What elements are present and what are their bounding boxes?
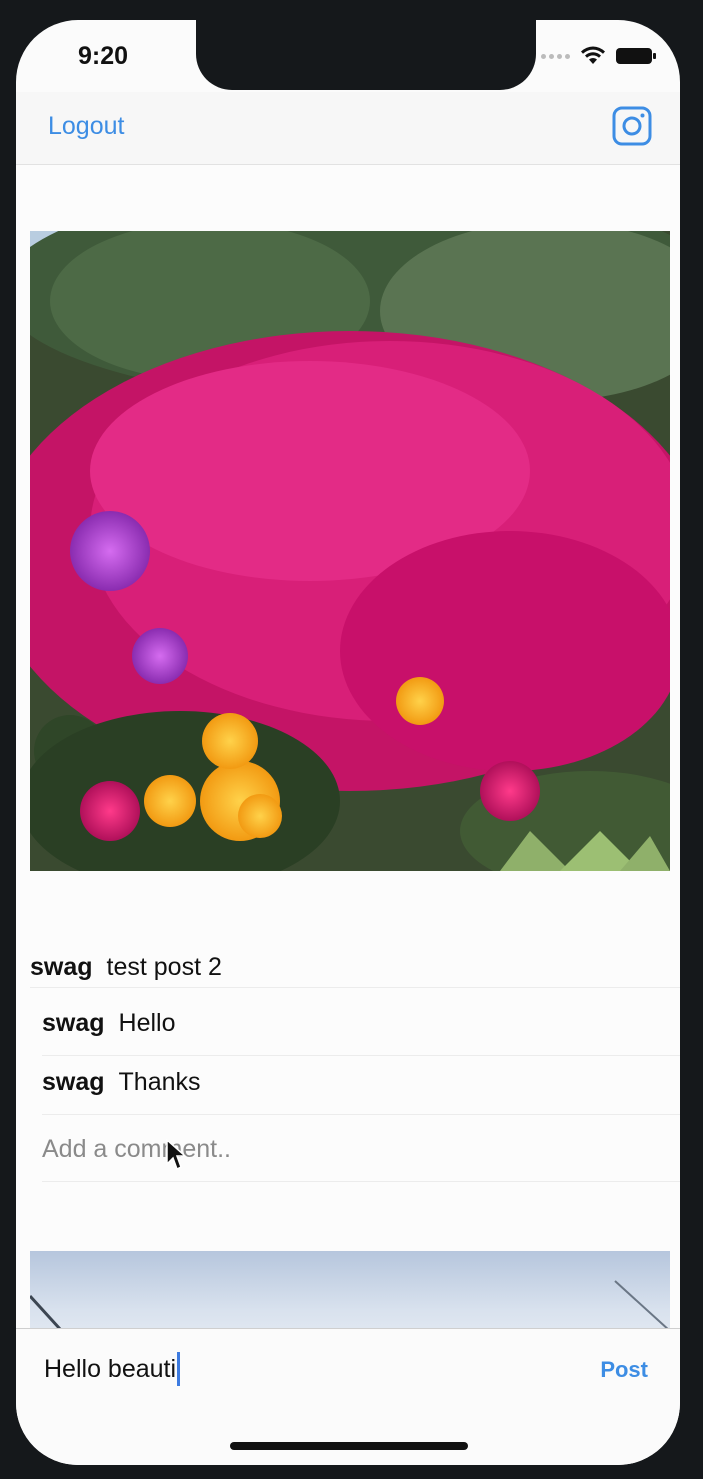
- instagram-camera-icon[interactable]: [612, 106, 652, 146]
- notch: [196, 20, 536, 90]
- signal-icon: [541, 53, 570, 59]
- logout-button[interactable]: Logout: [48, 112, 124, 141]
- post-photo-flowers: [30, 231, 670, 871]
- post-comment-button[interactable]: Post: [600, 1357, 648, 1383]
- home-indicator: [230, 1442, 468, 1450]
- comment-composer: Hello beauti Post: [16, 1328, 680, 1465]
- phone-screen: 9:20 Logout swag test post 2 swag Hello …: [16, 20, 680, 1465]
- add-comment-placeholder: Add a comment..: [42, 1135, 231, 1163]
- comment-text: Hello: [118, 1009, 176, 1037]
- navigation-bar: Logout: [16, 92, 680, 165]
- caption-username[interactable]: swag: [30, 953, 93, 981]
- comment-username[interactable]: swag: [42, 1009, 105, 1037]
- wifi-icon: [581, 46, 605, 64]
- comment-text: Thanks: [118, 1068, 201, 1096]
- comment-input[interactable]: Hello beauti: [44, 1349, 564, 1389]
- add-comment-button[interactable]: Add a comment..: [42, 1123, 680, 1182]
- feed[interactable]: swag test post 2 swag Hello swag Thanks Add…: [16, 165, 680, 1351]
- comment-username[interactable]: swag: [42, 1068, 105, 1096]
- post-caption: swag test post 2: [30, 941, 680, 988]
- battery-icon: [616, 48, 656, 64]
- caption-text: test post 2: [106, 953, 222, 981]
- comment-row: swag Thanks: [42, 1056, 680, 1115]
- status-icons: [541, 46, 656, 66]
- text-caret: [177, 1352, 181, 1386]
- mouse-pointer-icon: [165, 1138, 187, 1177]
- comment-input-value: Hello beauti: [44, 1354, 177, 1383]
- status-time: 9:20: [78, 42, 129, 70]
- comment-row: swag Hello: [42, 997, 680, 1056]
